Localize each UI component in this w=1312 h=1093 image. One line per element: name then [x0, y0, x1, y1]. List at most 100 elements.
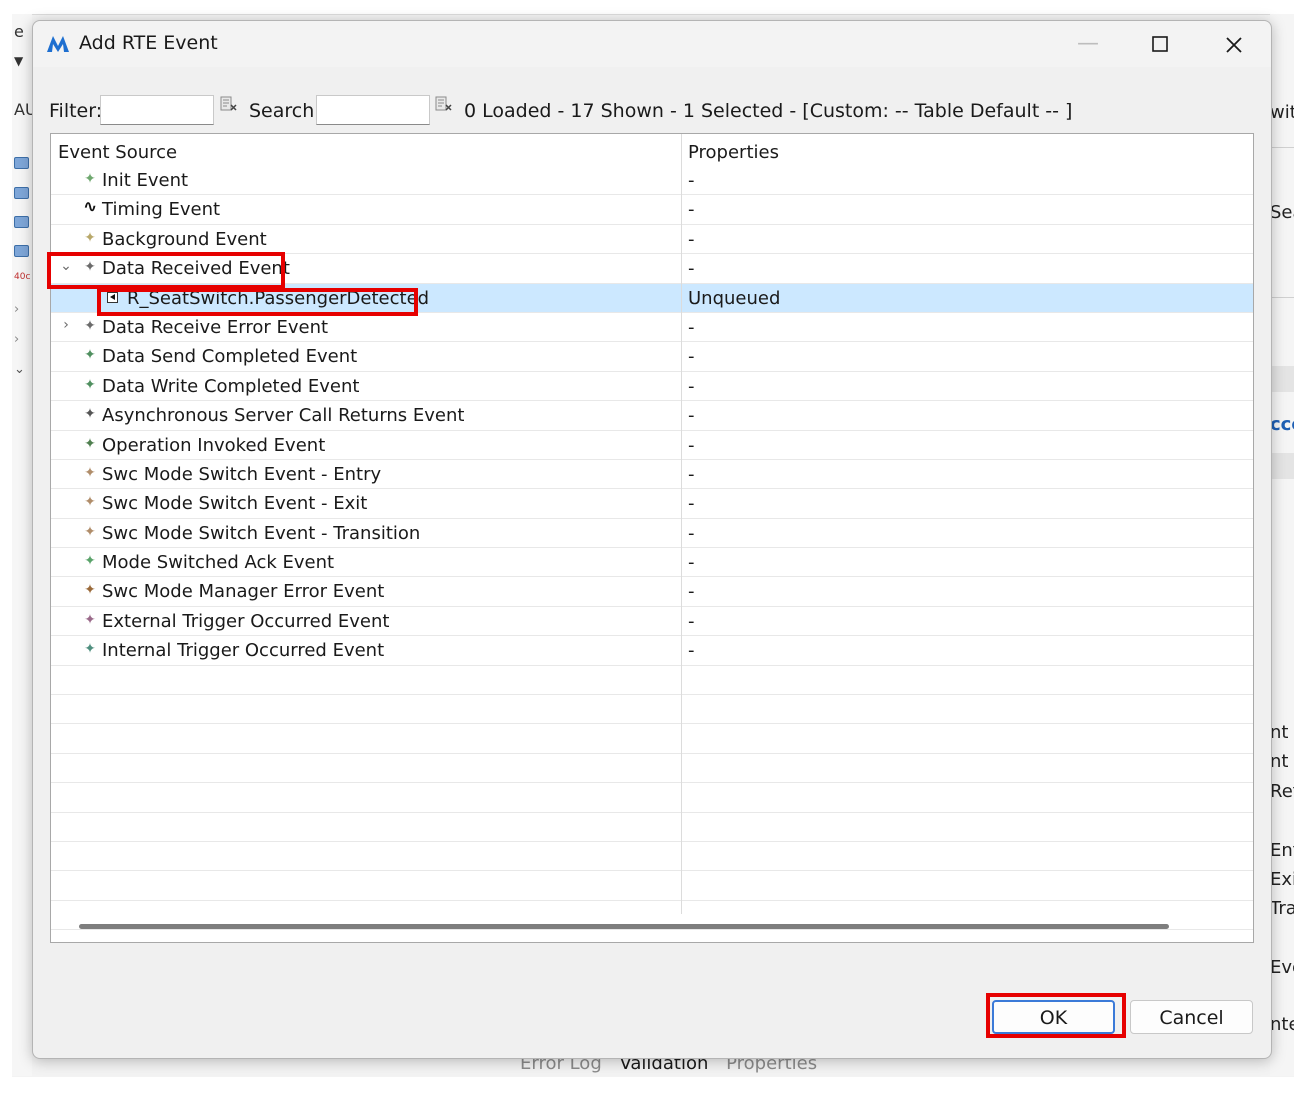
close-button[interactable] [1214, 29, 1254, 59]
row-properties-value: - [688, 640, 695, 662]
table-row[interactable]: ✦ External Trigger Occurred Event - [51, 607, 1253, 637]
filter-label: Filter: [49, 100, 103, 122]
add-rte-event-dialog: Add RTE Event — Filter: Search: 0 Loaded… [32, 20, 1272, 1059]
event-gray-icon: ✦ [84, 317, 96, 334]
empty-table-row [51, 813, 1253, 842]
folder-icon [14, 245, 29, 257]
filter-toolbar: Filter: Search: 0 Loaded - 17 Shown - 1 … [49, 95, 1259, 129]
table-row[interactable]: ✦ Asynchronous Server Call Returns Event - [51, 401, 1253, 431]
row-properties-value: - [688, 228, 695, 250]
column-divider [681, 134, 682, 914]
title-bar[interactable]: Add RTE Event — [33, 21, 1271, 67]
table-row[interactable]: ⌄ ✦ Data Received Event - [51, 254, 1253, 284]
bg-left-glyph: e [14, 22, 24, 41]
column-header-event-source[interactable]: Event Source [58, 142, 177, 163]
row-event-label: Asynchronous Server Call Returns Event [102, 405, 465, 427]
folder-icon [14, 187, 29, 199]
clear-search-icon[interactable] [435, 95, 453, 113]
clear-filter-icon[interactable] [220, 95, 238, 113]
bg-right-fragment: Retu [1270, 781, 1294, 802]
table-row[interactable]: ✦ Operation Invoked Event - [51, 431, 1253, 460]
row-event-label: Data Write Completed Event [102, 375, 360, 397]
row-event-label: Internal Trigger Occurred Event [102, 640, 385, 662]
table-row[interactable]: ✦ Init Event - [51, 166, 1253, 196]
bg-dropdown-icon: ▼ [14, 54, 24, 68]
table-row[interactable]: ✦ Data Send Completed Event - [51, 342, 1253, 372]
event-gray-icon: ✦ [84, 259, 96, 276]
ok-button[interactable]: OK [992, 1000, 1115, 1034]
row-event-label: Mode Switched Ack Event [102, 552, 335, 574]
row-properties-value: - [688, 346, 695, 368]
event-yellow-icon: ✦ [84, 229, 96, 246]
chevron-down-icon[interactable]: ⌄ [59, 258, 73, 274]
bg-right-fragment: nte [1270, 1014, 1294, 1035]
component-icon: 40c [14, 272, 31, 282]
row-event-label: R_SeatSwitch.PassengerDetected [127, 287, 430, 309]
empty-table-row [51, 666, 1253, 696]
row-event-label: External Trigger Occurred Event [102, 610, 390, 632]
filter-input[interactable] [100, 95, 214, 125]
table-row[interactable]: ✦ Internal Trigger Occurred Event - [51, 636, 1253, 666]
dialog-title: Add RTE Event [79, 32, 218, 54]
app-logo-icon [47, 36, 69, 52]
row-properties-value: - [688, 434, 695, 456]
table-row[interactable]: R_SeatSwitch.PassengerDetected Unqueued [51, 283, 1253, 313]
event-brown-icon: ✦ [84, 582, 96, 599]
timing-wave-icon: ∿ [83, 197, 98, 218]
event-purple-icon: ✦ [84, 611, 96, 628]
event-green-icon: ✦ [84, 553, 96, 570]
table-header: Event Source Properties [51, 134, 1253, 166]
table-row[interactable]: ✦ Swc Mode Switch Event - Transition - [51, 519, 1253, 549]
row-event-label: Swc Mode Switch Event - Transition [102, 522, 421, 544]
table-row[interactable]: ✦ Mode Switched Ack Event - [51, 548, 1253, 578]
table-row[interactable]: ✦ Swc Mode Manager Error Event - [51, 577, 1253, 607]
row-event-label: Swc Mode Manager Error Event [102, 581, 385, 603]
row-event-label: Operation Invoked Event [102, 434, 326, 456]
row-event-label: Init Event [102, 170, 189, 191]
event-table: Event Source Properties ✦ Init Event - ∿ Tim… [50, 133, 1254, 943]
empty-table-row [51, 871, 1253, 901]
minimize-button[interactable]: — [1068, 29, 1108, 59]
table-row[interactable]: ✦ Swc Mode Switch Event - Entry - [51, 460, 1253, 490]
chevron-right-icon: › [14, 302, 20, 317]
row-event-label: Swc Mode Switch Event - Entry [102, 463, 382, 485]
table-row[interactable]: ✦ Swc Mode Switch Event - Exit - [51, 489, 1253, 519]
chevron-right-icon[interactable]: › [59, 317, 73, 333]
background-left-panel: e ▼ AU 40c › › ⌄ [12, 14, 37, 1076]
table-body: ✦ Init Event - ∿ Timing Event - ✦ Background Ev… [51, 166, 1253, 931]
search-input[interactable] [316, 95, 430, 125]
bg-right-fragment: Tra [1270, 898, 1294, 919]
empty-table-row [51, 724, 1253, 754]
empty-table-row [51, 695, 1253, 725]
event-green-icon: ✦ [84, 376, 96, 393]
table-status-text: 0 Loaded - 17 Shown - 1 Selected - [Cust… [464, 100, 1073, 122]
event-gray-icon: ✦ [84, 406, 96, 423]
chevron-right-icon: › [14, 332, 20, 347]
bg-right-fragment: nt [1270, 722, 1289, 743]
row-event-label: Background Event [102, 228, 267, 250]
folder-icon [14, 157, 29, 169]
row-properties-value: - [688, 552, 695, 574]
row-properties-value: - [688, 581, 695, 603]
event-brown-icon: ✦ [84, 494, 96, 511]
row-event-label: Data Received Event [102, 258, 290, 280]
row-properties-value: - [688, 258, 695, 280]
table-row[interactable]: › ✦ Data Receive Error Event - [51, 313, 1253, 343]
table-row[interactable]: ✦ Data Write Completed Event - [51, 372, 1253, 402]
maximize-button[interactable] [1140, 29, 1180, 59]
close-icon [1226, 36, 1242, 53]
bg-right-fragment: Sea [1270, 202, 1294, 223]
row-event-label: Data Send Completed Event [102, 346, 358, 368]
row-event-label: Swc Mode Switch Event - Exit [102, 493, 368, 515]
bg-right-fragment: Exit [1270, 869, 1294, 890]
row-properties-value: - [688, 199, 695, 221]
horizontal-scrollbar[interactable] [79, 924, 1169, 929]
table-row[interactable]: ✦ Background Event - [51, 225, 1253, 255]
port-receive-icon [107, 291, 118, 303]
column-header-properties[interactable]: Properties [688, 142, 779, 163]
event-teal-icon: ✦ [84, 641, 96, 658]
cancel-button[interactable]: Cancel [1130, 1000, 1253, 1034]
event-green-icon: ✦ [84, 171, 96, 187]
row-event-label: Timing Event [102, 199, 221, 221]
table-row[interactable]: ∿ Timing Event - [51, 195, 1253, 225]
